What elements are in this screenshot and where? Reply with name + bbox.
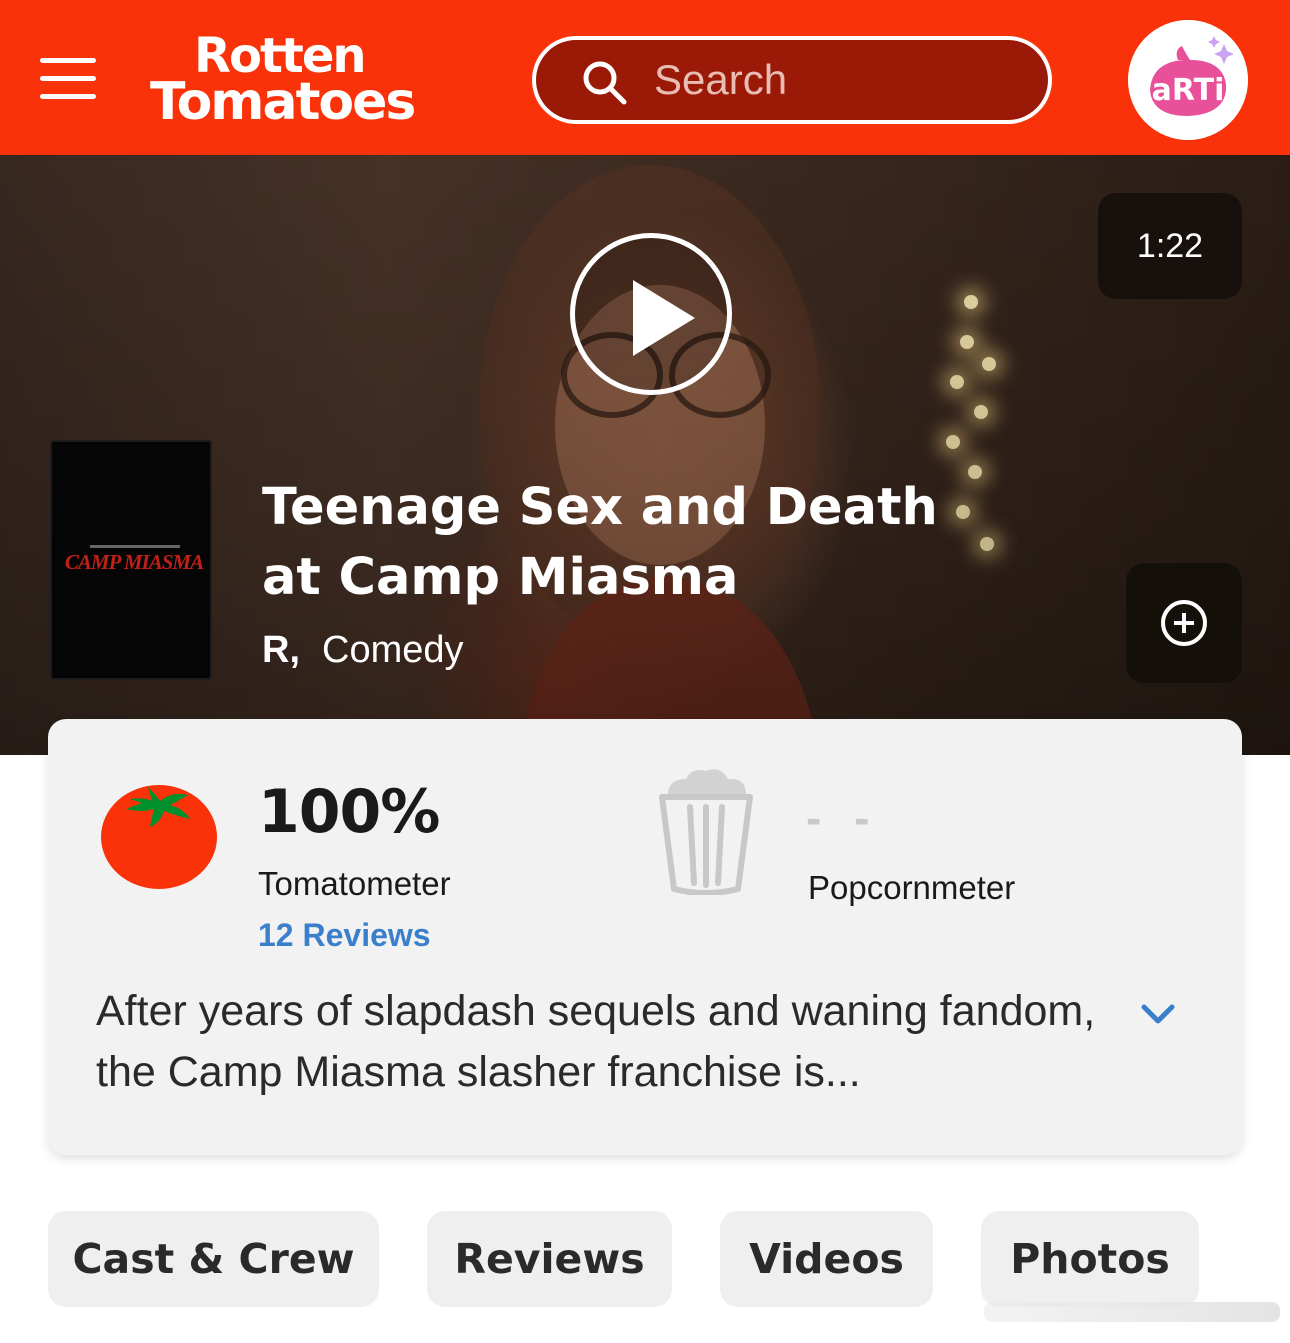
tab-reviews[interactable]: Reviews	[427, 1211, 672, 1307]
popcornmeter-label: Popcornmeter	[808, 869, 1016, 906]
mpaa-rating: R,	[262, 629, 300, 671]
movie-title: Teenage Sex and Death at Camp Miasma	[262, 478, 938, 607]
horizontal-scroll-hint	[984, 1302, 1280, 1322]
search-input[interactable]	[654, 50, 1034, 110]
play-icon	[633, 280, 695, 356]
hamburger-menu-icon[interactable]	[40, 56, 98, 102]
add-to-watchlist-button[interactable]	[1126, 563, 1242, 683]
search-icon	[583, 61, 627, 105]
arti-avatar-button[interactable]: aRTi	[1128, 20, 1248, 140]
movie-meta: R, Comedy	[262, 629, 464, 672]
popcorn-bucket-icon	[659, 769, 753, 895]
tab-videos[interactable]: Videos	[720, 1211, 933, 1307]
score-card: 100% Tomatometer 12 Reviews - - Popcornm…	[48, 719, 1242, 1155]
poster-title: CAMP MIASMA	[64, 550, 204, 574]
hero-trailer[interactable]: 1:22 CAMP MIASMA Teenage Sex and Death a…	[0, 155, 1290, 755]
plus-circle-icon	[1161, 600, 1207, 646]
movie-poster[interactable]: CAMP MIASMA	[50, 440, 212, 680]
reviews-count-link[interactable]: 12 Reviews	[258, 917, 431, 954]
tomatometer-score: 100%	[258, 777, 440, 847]
synopsis-text: After years of slapdash sequels and wani…	[96, 987, 1096, 1096]
genre: Comedy	[322, 629, 464, 671]
arti-logo-icon: aRTi	[1128, 20, 1248, 140]
search-box[interactable]	[532, 36, 1052, 124]
tomato-icon	[101, 785, 217, 889]
top-bar: Rotten Tomatoes aRTi	[0, 0, 1290, 155]
avatar-text: aRTi	[1152, 73, 1225, 108]
tab-photos[interactable]: Photos	[981, 1211, 1199, 1307]
popcornmeter-score: - -	[806, 792, 880, 844]
play-button[interactable]	[570, 233, 732, 395]
tab-cast-crew[interactable]: Cast & Crew	[48, 1211, 379, 1307]
chevron-down-icon[interactable]	[1138, 999, 1178, 1029]
video-duration: 1:22	[1098, 193, 1242, 299]
rotten-tomatoes-logo[interactable]: Rotten Tomatoes	[150, 28, 480, 132]
tomatometer-label: Tomatometer	[258, 865, 451, 902]
logo-line-2: Tomatoes	[150, 72, 416, 132]
